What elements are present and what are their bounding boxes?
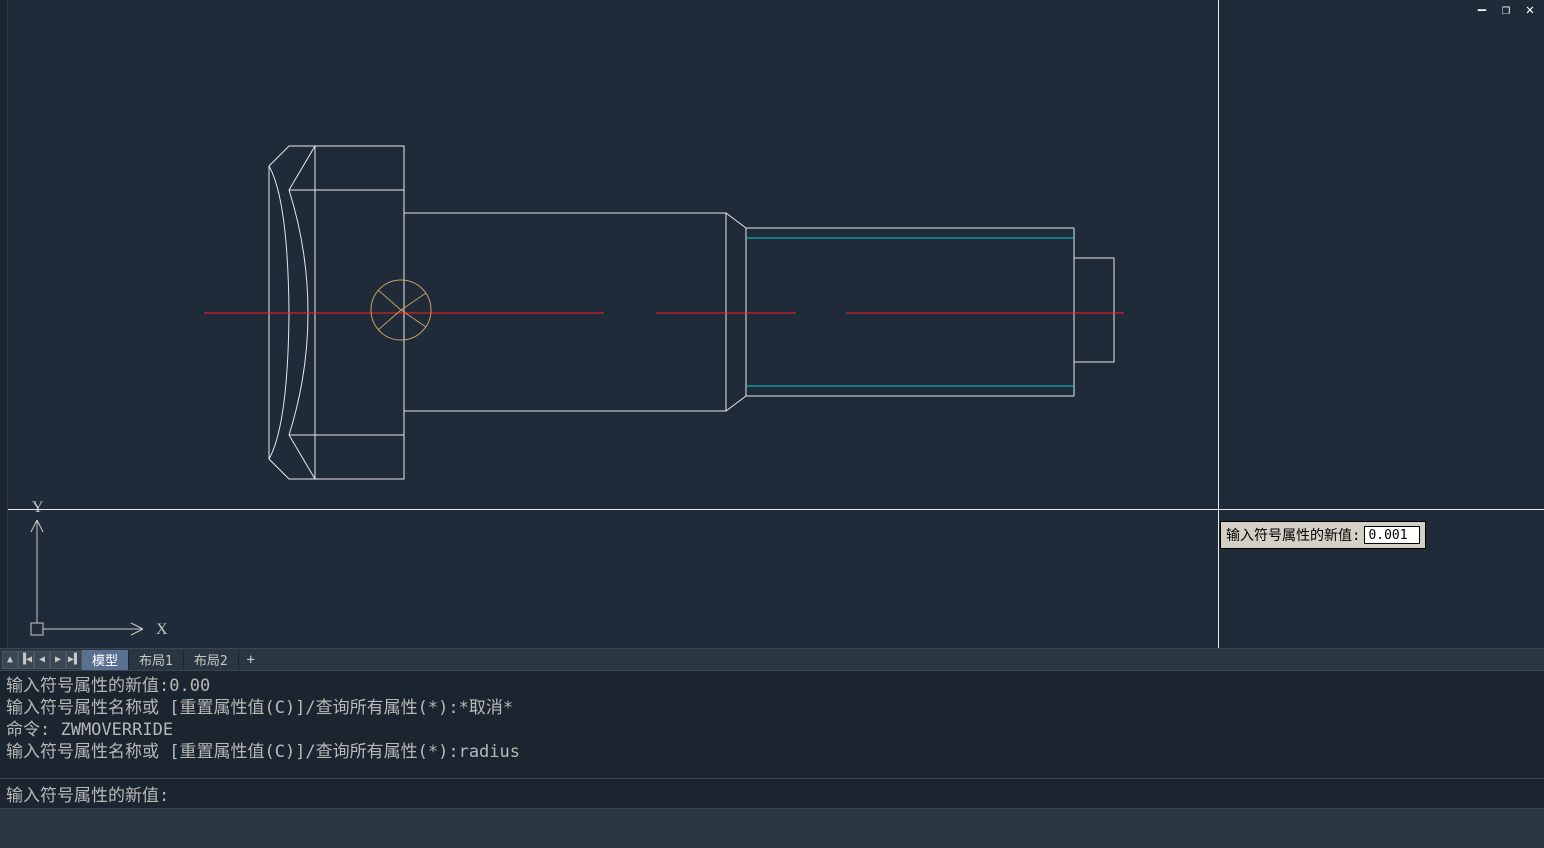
ucs-icon: X Y: [28, 500, 178, 654]
dynamic-input-tooltip: 输入符号属性的新值:: [1220, 521, 1426, 549]
ucs-x-label: X: [156, 621, 168, 638]
tab-nav-up[interactable]: ▲: [2, 651, 18, 669]
layout-tabs-bar: ▲ ▐◀ ◀ ▶ ▶▌ 模型 布局1 布局2 +: [0, 648, 1544, 670]
command-history[interactable]: 输入符号属性的新值:0.00 输入符号属性名称或 [重置属性值(C)]/查询所有…: [0, 670, 1544, 778]
command-prompt: 输入符号属性的新值:: [6, 781, 169, 806]
history-line: 输入符号属性的新值:0.00: [6, 675, 1538, 697]
close-button[interactable]: ✕: [1522, 2, 1538, 18]
cad-drawing: [8, 0, 1544, 648]
window-controls: — ❐ ✕: [1474, 2, 1538, 18]
maximize-button[interactable]: ❐: [1498, 2, 1514, 18]
history-line: 命令: ZWMOVERRIDE: [6, 719, 1538, 741]
status-bar: [0, 808, 1544, 848]
crosshair-horizontal: [8, 509, 1544, 510]
history-line: 输入符号属性名称或 [重置属性值(C)]/查询所有属性(*):*取消*: [6, 697, 1538, 719]
history-line: 输入符号属性名称或 [重置属性值(C)]/查询所有属性(*):radius: [6, 741, 1538, 763]
tab-add-button[interactable]: +: [239, 652, 263, 668]
minimize-button[interactable]: —: [1474, 2, 1490, 18]
left-sidebar-strip: [0, 0, 8, 648]
command-input-line[interactable]: 输入符号属性的新值:: [0, 778, 1544, 808]
tab-layout2[interactable]: 布局2: [184, 650, 239, 670]
crosshair-vertical: [1218, 0, 1219, 648]
ucs-y-label: Y: [32, 500, 44, 516]
drawing-canvas[interactable]: X Y: [8, 0, 1544, 648]
tooltip-input[interactable]: [1364, 526, 1420, 544]
tooltip-label: 输入符号属性的新值:: [1226, 525, 1360, 545]
